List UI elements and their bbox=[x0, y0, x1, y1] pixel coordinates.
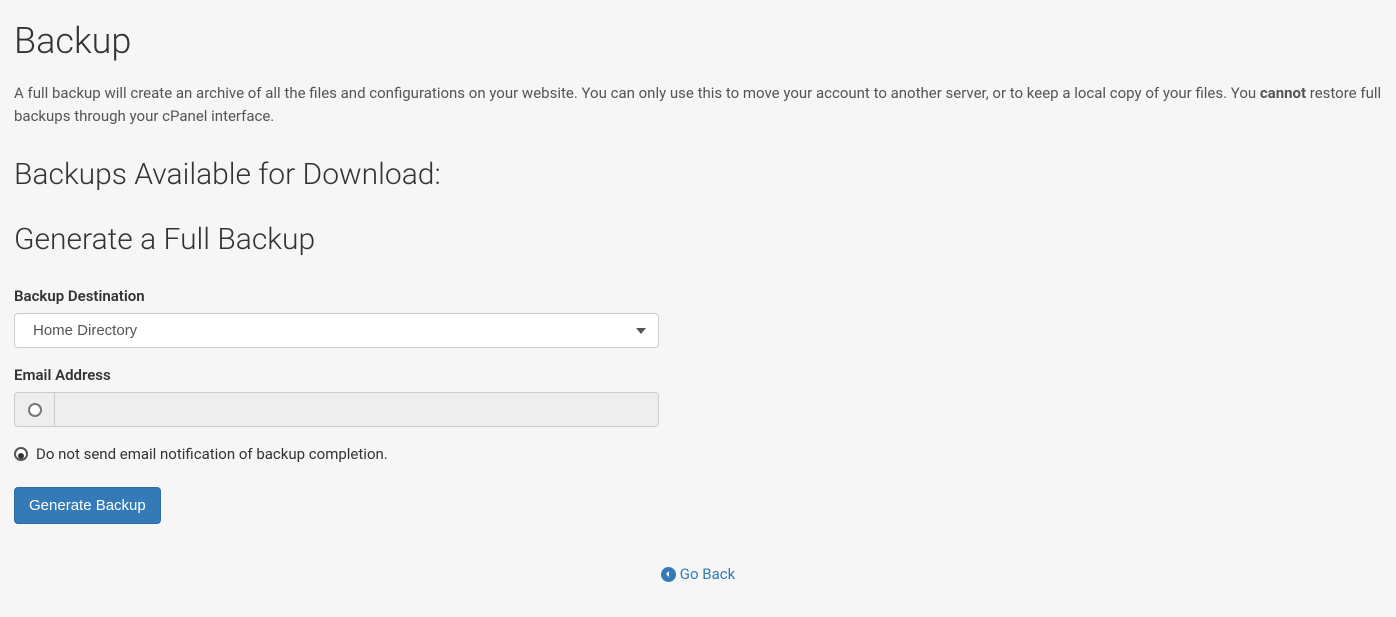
radio-icon bbox=[28, 403, 42, 417]
email-address-group: Email Address bbox=[14, 366, 1382, 427]
go-back-container: Go Back bbox=[14, 564, 1382, 583]
generate-full-backup-heading: Generate a Full Backup bbox=[14, 222, 1382, 257]
backup-destination-select[interactable]: Home Directory bbox=[14, 313, 659, 348]
arrow-left-circle-icon bbox=[661, 567, 676, 582]
email-radio-addon[interactable] bbox=[14, 392, 54, 427]
no-email-radio-row[interactable]: Do not send email notification of backup… bbox=[14, 445, 1382, 463]
generate-backup-button[interactable]: Generate Backup bbox=[14, 487, 161, 524]
description-text-prefix: A full backup will create an archive of … bbox=[14, 84, 1260, 102]
backup-destination-label: Backup Destination bbox=[14, 287, 1382, 305]
email-address-label: Email Address bbox=[14, 366, 1382, 384]
email-input-group bbox=[14, 392, 659, 427]
page-description: A full backup will create an archive of … bbox=[14, 82, 1382, 127]
backup-destination-group: Backup Destination Home Directory bbox=[14, 287, 1382, 348]
page-title: Backup bbox=[14, 20, 1382, 62]
no-email-label: Do not send email notification of backup… bbox=[36, 445, 388, 463]
backups-available-heading: Backups Available for Download: bbox=[14, 157, 1382, 192]
go-back-link[interactable]: Go Back bbox=[661, 565, 735, 583]
description-bold: cannot bbox=[1260, 84, 1306, 102]
radio-icon bbox=[14, 447, 28, 461]
go-back-text: Go Back bbox=[680, 565, 735, 583]
email-input[interactable] bbox=[54, 392, 659, 427]
